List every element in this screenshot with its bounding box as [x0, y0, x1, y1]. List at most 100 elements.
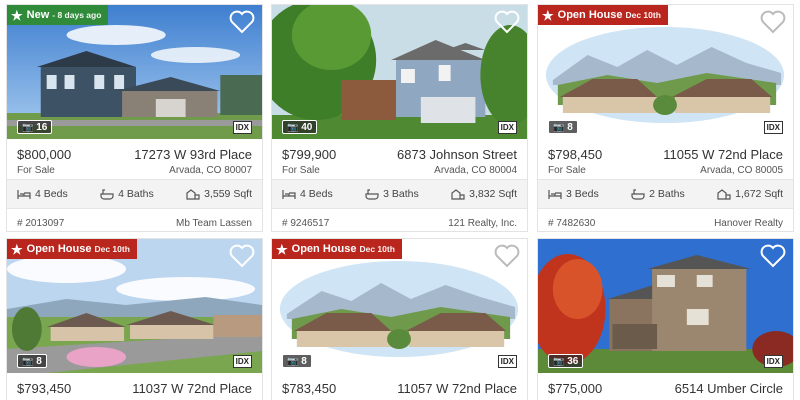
listing-info: $800,000 For Sale 17273 W 93rd Place Arv…	[7, 139, 262, 179]
listing-price: $800,000	[17, 147, 72, 162]
camera-icon: 📷	[22, 121, 34, 132]
idx-logo: IDX	[497, 355, 517, 368]
photo-count[interactable]: 📷 40	[282, 120, 318, 134]
mls-number: # 9246517	[282, 217, 330, 229]
badge-date: - 8 days ago	[52, 10, 102, 20]
bed-icon	[282, 190, 296, 199]
listing-photo[interactable]: ★ Open House Dec 10th 📷 8 IDX	[7, 239, 262, 373]
camera-icon: 📷	[553, 121, 565, 132]
badge-label: Open House	[291, 243, 357, 255]
listing-card[interactable]: 📷 40 IDX $799,900 For Sale 6873 Johnson S…	[271, 4, 528, 232]
photo-count[interactable]: 📷 16	[17, 120, 53, 134]
idx-logo: IDX	[232, 121, 252, 134]
listing-price: $783,450	[282, 381, 337, 396]
listing-street[interactable]: 6873 Johnson Street	[397, 147, 517, 162]
baths-feature: 4 Baths	[100, 188, 154, 200]
photo-count[interactable]: 📷 36	[548, 354, 584, 368]
listing-photo[interactable]: ★ Open House Dec 10th 📷 8 IDX	[272, 239, 527, 373]
listing-card[interactable]: ★ Open House Dec 10th 📷 8 IDX $798,450 Fo…	[537, 4, 794, 232]
camera-icon: 📷	[287, 355, 299, 366]
badge-date: Dec 10th	[359, 244, 395, 254]
photo-count[interactable]: 📷 8	[17, 354, 47, 368]
star-icon: ★	[11, 241, 23, 257]
listing-card[interactable]: 📷 36 IDX $775,000 6514 Umber Circle	[537, 238, 794, 400]
sqft-feature: 3,832 Sqft	[451, 188, 517, 200]
listing-photo[interactable]: 📷 36 IDX	[538, 239, 793, 373]
listing-city: Arvada, CO 80004	[434, 165, 517, 176]
mls-number: # 7482630	[548, 217, 596, 229]
idx-logo: IDX	[763, 121, 783, 134]
house-rendering	[7, 239, 262, 373]
listing-status: For Sale	[17, 165, 55, 176]
listing-info: $775,000 6514 Umber Circle	[538, 373, 793, 400]
area-icon	[717, 189, 731, 200]
listing-features: 3 Beds 2 Baths 1,672 Sqft	[538, 179, 793, 209]
idx-logo: IDX	[497, 121, 517, 134]
bed-icon	[17, 190, 31, 199]
idx-logo: IDX	[763, 355, 783, 368]
listing-photo[interactable]: ★ Open House Dec 10th 📷 8 IDX	[538, 5, 793, 139]
heart-icon[interactable]	[229, 10, 255, 34]
listing-features: 4 Beds 3 Baths 3,832 Sqft	[272, 179, 527, 209]
listing-street[interactable]: 17273 W 93rd Place	[134, 147, 252, 162]
badge-label: New	[26, 9, 50, 21]
listing-card[interactable]: ★ New - 8 days ago 📷 16 IDX $800,000 For …	[6, 4, 263, 232]
listing-photo[interactable]: ★ New - 8 days ago 📷 16 IDX	[7, 5, 262, 139]
listing-grid: ★ New - 8 days ago 📷 16 IDX $800,000 For …	[0, 0, 800, 400]
photo-count[interactable]: 📷 8	[282, 354, 312, 368]
star-icon: ★	[11, 7, 23, 23]
badge-label: Open House	[26, 243, 92, 255]
camera-icon: 📷	[22, 355, 34, 366]
mls-number: # 2013097	[17, 217, 65, 229]
heart-icon[interactable]	[760, 10, 786, 34]
camera-icon: 📷	[287, 121, 299, 132]
heart-icon[interactable]	[494, 10, 520, 34]
listing-city: Arvada, CO 80007	[169, 165, 252, 176]
badge-label: Open House	[557, 9, 623, 21]
heart-icon[interactable]	[760, 244, 786, 268]
listing-city: Arvada, CO 80005	[700, 165, 783, 176]
house-photo	[272, 5, 527, 139]
listing-features: 4 Beds 4 Baths 3,559 Sqft	[7, 179, 262, 209]
sqft-feature: 1,672 Sqft	[717, 188, 783, 200]
listing-price: $798,450	[548, 147, 603, 162]
listing-street[interactable]: 11057 W 72nd Place	[397, 381, 517, 396]
listing-footer: # 7482630 Hanover Realty	[538, 209, 793, 231]
area-icon	[451, 189, 465, 200]
beds-feature: 4 Beds	[282, 188, 333, 200]
beds-feature: 3 Beds	[548, 188, 599, 200]
listing-card[interactable]: ★ Open House Dec 10th 📷 8 IDX $793,450 11…	[6, 238, 263, 400]
star-icon: ★	[276, 241, 288, 257]
idx-logo: IDX	[232, 355, 252, 368]
listing-info: $798,450 For Sale 11055 W 72nd Place Arv…	[538, 139, 793, 179]
listing-agent: Mb Team Lassen	[176, 217, 252, 229]
heart-icon[interactable]	[494, 244, 520, 268]
listing-street[interactable]: 11037 W 72nd Place	[132, 381, 252, 396]
listing-card[interactable]: ★ Open House Dec 10th 📷 8 IDX $783,450 11…	[271, 238, 528, 400]
beds-feature: 4 Beds	[17, 188, 68, 200]
house-rendering	[272, 239, 527, 373]
listing-street[interactable]: 6514 Umber Circle	[675, 381, 783, 396]
listing-photo[interactable]: 📷 40 IDX	[272, 5, 527, 139]
listing-info: $783,450 11057 W 72nd Place	[272, 373, 527, 400]
listing-info: $793,450 11037 W 72nd Place	[7, 373, 262, 400]
open-house-badge: ★ Open House Dec 10th	[538, 5, 668, 25]
bathtub-icon	[631, 189, 645, 200]
listing-agent: Hanover Realty	[714, 217, 783, 229]
badge-date: Dec 10th	[94, 244, 130, 254]
bathtub-icon	[100, 189, 114, 200]
listing-status: For Sale	[548, 165, 586, 176]
house-rendering	[538, 5, 793, 139]
listing-info: $799,900 For Sale 6873 Johnson Street Ar…	[272, 139, 527, 179]
baths-feature: 2 Baths	[631, 188, 685, 200]
heart-icon[interactable]	[229, 244, 255, 268]
open-house-badge: ★ Open House Dec 10th	[7, 239, 137, 259]
star-icon: ★	[542, 7, 554, 23]
sqft-feature: 3,559 Sqft	[186, 188, 252, 200]
listing-price: $775,000	[548, 381, 603, 396]
listing-street[interactable]: 11055 W 72nd Place	[663, 147, 783, 162]
house-photo	[7, 5, 262, 139]
baths-feature: 3 Baths	[365, 188, 419, 200]
photo-count[interactable]: 📷 8	[548, 120, 578, 134]
listing-footer: # 2013097 Mb Team Lassen	[7, 209, 262, 231]
